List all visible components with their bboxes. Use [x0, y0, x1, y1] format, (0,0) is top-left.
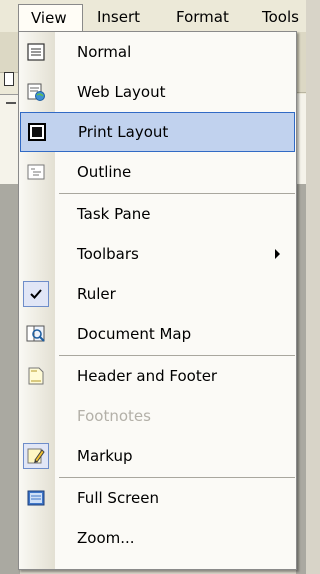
menu-item-label: Ruler — [77, 285, 116, 303]
menu-item-normal[interactable]: Normal — [19, 32, 296, 72]
menubar-format[interactable]: Format — [172, 6, 233, 28]
menu-item-label: Print Layout — [78, 123, 169, 141]
menubar-tools[interactable]: Tools — [258, 6, 303, 28]
document-area-fragment — [296, 184, 306, 574]
ruler-fragment — [0, 94, 20, 185]
markup-icon — [23, 443, 49, 469]
print-layout-icon — [26, 121, 48, 143]
menu-item-label: Normal — [77, 43, 132, 61]
menu-item-web-layout[interactable]: Web Layout — [19, 72, 296, 112]
view-menu-dropdown: Normal Web Layout Print Layout Outline T… — [18, 31, 297, 570]
menu-item-footnotes[interactable]: Footnotes — [19, 396, 296, 436]
normal-view-icon — [25, 41, 47, 63]
menubar-insert[interactable]: Insert — [93, 6, 144, 28]
background-window-right — [296, 32, 306, 574]
menu-item-ruler[interactable]: Ruler — [19, 274, 296, 314]
toolbar-fragment — [0, 32, 20, 73]
menu-item-print-layout[interactable]: Print Layout — [20, 112, 295, 152]
menu-item-label: Header and Footer — [77, 367, 218, 385]
menubar-view[interactable]: View — [18, 4, 83, 32]
menu-item-document-map[interactable]: Document Map — [19, 314, 296, 354]
menu-item-outline[interactable]: Outline — [19, 152, 296, 192]
submenu-arrow-icon — [275, 249, 280, 259]
ruler-fragment — [296, 94, 306, 184]
outline-view-icon — [25, 161, 47, 183]
menu-bar: View Insert Format Tools — [0, 0, 306, 32]
document-area-fragment — [0, 184, 20, 574]
menu-item-label: Web Layout — [77, 83, 166, 101]
menu-item-label: Full Screen — [77, 489, 159, 507]
menu-item-label: Document Map — [77, 325, 192, 343]
menu-item-label: Footnotes — [77, 407, 151, 425]
menu-item-header-and-footer[interactable]: Header and Footer — [19, 356, 296, 396]
menu-item-markup[interactable]: Markup — [19, 436, 296, 476]
web-layout-icon — [25, 81, 47, 103]
full-screen-icon — [25, 487, 47, 509]
menu-item-label: Zoom... — [77, 529, 135, 547]
document-map-icon — [25, 323, 47, 345]
menu-item-label: Markup — [77, 447, 133, 465]
header-footer-icon — [25, 365, 47, 387]
toolbar-fragment — [296, 32, 306, 93]
menu-item-toolbars[interactable]: Toolbars — [19, 234, 296, 274]
menu-item-zoom[interactable]: Zoom... — [19, 518, 296, 558]
menu-item-task-pane[interactable]: Task Pane — [19, 194, 296, 234]
menu-item-label: Outline — [77, 163, 132, 181]
background-window-left — [0, 32, 20, 574]
toolbar-icon — [4, 72, 14, 86]
menu-item-label: Task Pane — [77, 205, 151, 223]
menu-item-label: Toolbars — [77, 245, 139, 263]
ruler-mark — [6, 102, 16, 104]
checkmark-icon — [23, 281, 49, 307]
menu-item-full-screen[interactable]: Full Screen — [19, 478, 296, 518]
